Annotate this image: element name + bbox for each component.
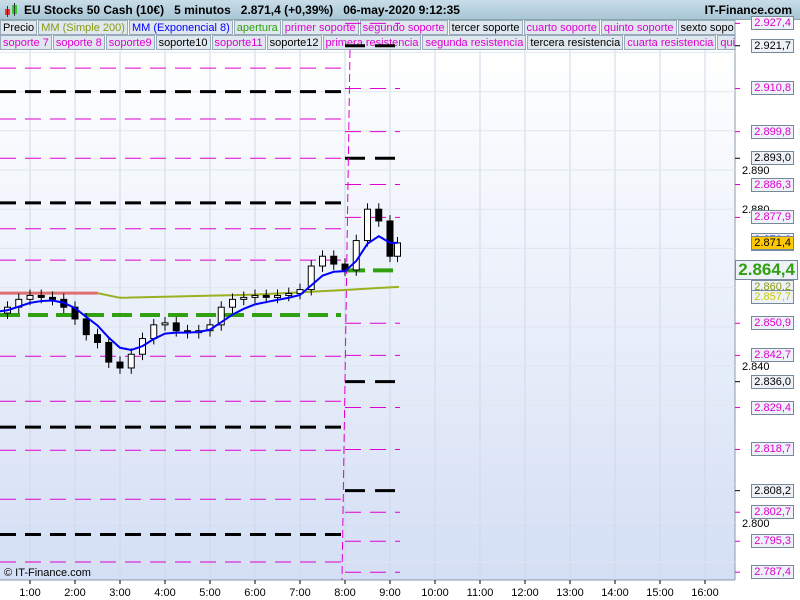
candle-body	[285, 292, 293, 296]
price-label: 2.864,4	[735, 260, 798, 281]
x-tick-label: 2:00	[64, 587, 85, 599]
price-label: 2.787,4	[751, 565, 794, 580]
price-label: 2.899,8	[751, 124, 794, 139]
price-chart[interactable]: 1:00 2:00 3:00 4:00 5:00 6:00 7:00 8:00 9:00 10:0…	[0, 20, 800, 600]
candle-body	[240, 296, 248, 300]
price-label: 2.802,7	[751, 505, 794, 520]
price-label: 2.842,7	[751, 348, 794, 363]
candle-body	[352, 240, 360, 271]
candle-body	[116, 361, 124, 369]
price-label: 2.921,7	[751, 38, 794, 53]
price-label: 2.850,9	[751, 316, 794, 331]
price-label: 2.857,7	[751, 289, 794, 304]
candle-body	[319, 255, 326, 267]
candle-body	[394, 242, 401, 257]
x-tick-label: 16:00	[691, 587, 719, 599]
price-label: 2.893,0	[751, 151, 794, 166]
price-label: 2.910,8	[751, 81, 794, 96]
candle-body	[150, 324, 158, 340]
x-tick-label: 9:00	[379, 587, 400, 599]
x-tick-label: 6:00	[244, 587, 265, 599]
x-tick-label: 3:00	[109, 587, 130, 599]
candle-body	[229, 298, 236, 308]
candle-body	[37, 294, 45, 298]
candle-body	[386, 220, 394, 257]
y-tick-label: 2.800	[742, 518, 770, 530]
price-label: 2.886,3	[751, 177, 794, 192]
x-tick-label: 15:00	[646, 587, 674, 599]
x-tick-label: 4:00	[154, 587, 175, 599]
x-tick-label: 13:00	[556, 587, 584, 599]
candle-body	[251, 294, 259, 298]
price-label: 2.871,4	[751, 235, 794, 250]
candle-body	[82, 318, 90, 336]
candle-body	[262, 294, 270, 298]
x-tick-label: 1:00	[19, 587, 40, 599]
price-label: 2.877,9	[751, 210, 794, 225]
candle-body	[364, 208, 371, 242]
x-tick-label: 5:00	[199, 587, 220, 599]
candle-body	[94, 334, 101, 343]
x-tick-label: 14:00	[601, 587, 629, 599]
x-tick-label: 12:00	[511, 587, 539, 599]
x-tick-label: 7:00	[289, 587, 310, 599]
x-tick-label: 11:00	[467, 587, 494, 599]
title-bar: EU Stocks 50 Cash (10€) 5 minutos 2.871,…	[0, 0, 800, 20]
candle-body	[161, 322, 169, 326]
x-tick-label: 10:00	[421, 587, 449, 599]
candlestick-logo-icon	[5, 3, 17, 17]
candle-body	[375, 208, 383, 222]
chart-title: EU Stocks 50 Cash (10€) 5 minutos 2.871,…	[24, 3, 460, 17]
y-tick-label: 2.890	[742, 165, 770, 177]
candle-body	[172, 322, 180, 332]
y-tick-label: 2.840	[742, 361, 770, 373]
price-label: 2.818,7	[751, 442, 794, 457]
candle-body	[105, 341, 113, 363]
plot-background	[0, 50, 735, 580]
candle-body	[26, 294, 34, 300]
credit: © IT-Finance.com	[4, 567, 91, 579]
price-label: 2.808,2	[751, 483, 794, 498]
candle-body	[274, 294, 281, 298]
price-label: 2.795,3	[751, 534, 794, 549]
candle-body	[49, 296, 56, 300]
price-label: 2.927,4	[751, 16, 794, 31]
price-label: 2.836,0	[751, 374, 794, 389]
x-tick-label: 8:00	[334, 587, 355, 599]
candle-body	[330, 255, 338, 265]
candle-body	[127, 353, 135, 369]
price-label: 2.829,4	[751, 400, 794, 415]
